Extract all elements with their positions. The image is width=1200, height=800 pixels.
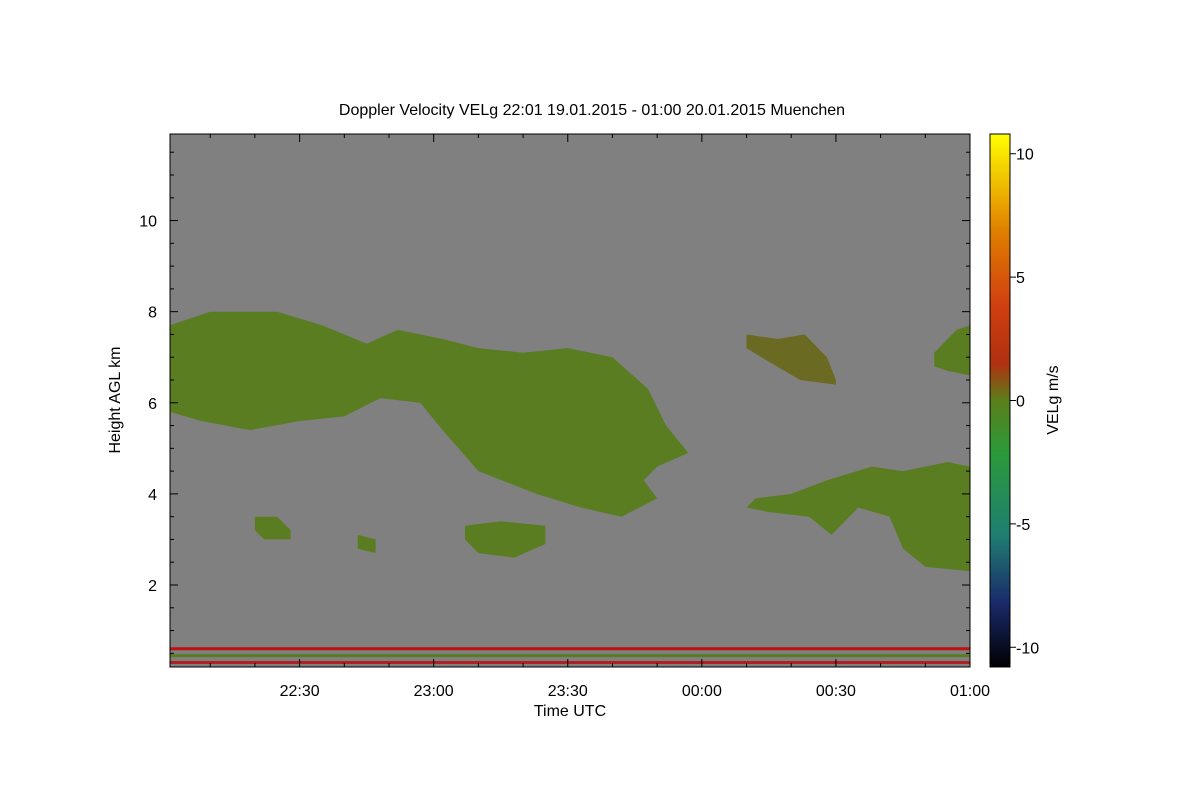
x-tick-label: 22:30 xyxy=(280,683,320,700)
colorbar-tick-label: 0 xyxy=(1016,394,1025,411)
colorbar-tick-label: -10 xyxy=(1016,640,1039,657)
colorbar-label: VELg m/s xyxy=(1045,365,1062,434)
x-tick-label: 00:30 xyxy=(816,683,856,700)
y-tick-label: 10 xyxy=(139,214,157,231)
y-tick-label: 2 xyxy=(148,578,157,595)
y-tick-label: 8 xyxy=(148,305,157,322)
y-tick-label: 6 xyxy=(148,396,157,413)
colorbar-tick-label: -5 xyxy=(1016,517,1030,534)
chart-title: Doppler Velocity VELg 22:01 19.01.2015 -… xyxy=(339,102,845,119)
x-tick-label: 23:30 xyxy=(548,683,588,700)
y-axis-label: Height AGL km xyxy=(107,346,124,453)
x-axis-label: Time UTC xyxy=(534,703,606,720)
colorbar-tick-label: 5 xyxy=(1016,270,1025,287)
x-tick-label: 23:00 xyxy=(414,683,454,700)
x-tick-label: 01:00 xyxy=(950,683,990,700)
colorbar-tick-label: 10 xyxy=(1016,147,1034,164)
x-tick-label: 00:00 xyxy=(682,683,722,700)
doppler-velocity-chart: Doppler Velocity VELg 22:01 19.01.2015 -… xyxy=(107,102,1062,720)
colorbar xyxy=(989,133,1011,668)
colorbar-ticks: 10 5 0 -5 -10 xyxy=(1010,147,1039,657)
y-tick-label: 4 xyxy=(148,487,157,504)
